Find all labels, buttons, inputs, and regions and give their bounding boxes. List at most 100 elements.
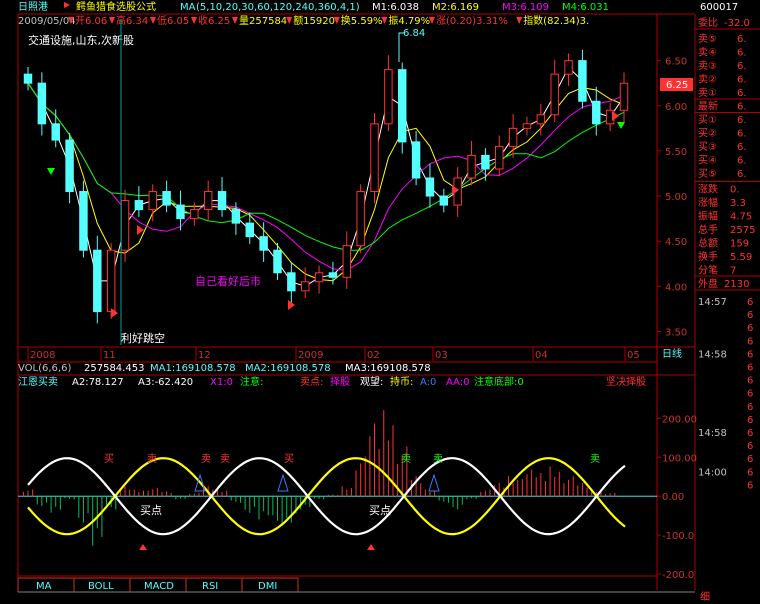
stat-value: 7 (730, 266, 736, 277)
tick-price: 6 (747, 467, 753, 478)
formula-name[interactable]: 鳄鱼猎食选股公式 (76, 0, 156, 13)
indicator-bottom: 注意底部:0 (474, 375, 524, 388)
indicator-zegu: 择股 (330, 375, 350, 388)
candle-body (467, 154, 476, 179)
chart-canvas: 日照港 鳄鱼猎食选股公式 MA (5,10,20,30,60,120,240,3… (0, 0, 760, 604)
tick-price: 6 (747, 480, 753, 491)
vol-value: 257584.453 (84, 363, 144, 374)
ind-tick-label: -200.0 (662, 570, 694, 581)
order-value: 6. (737, 115, 747, 126)
waipan-label: 外盘 (698, 277, 718, 290)
ind-tick-label: -100.0 (662, 531, 694, 542)
ohlc-item-3: 收6.25 (198, 14, 230, 27)
candle-body (481, 154, 490, 170)
order-value: 6. (737, 156, 747, 167)
detail-link[interactable]: 细 (700, 590, 710, 603)
tick-price: 6 (747, 441, 753, 452)
indicator-aa: AA:0 (446, 377, 470, 388)
candle-body (550, 73, 559, 116)
tab-ma[interactable]: MA (17, 577, 75, 593)
candle-body (134, 200, 144, 211)
quote-date: 2009/05/04 (18, 16, 76, 27)
tab-rsi[interactable]: RSI (185, 577, 243, 593)
indicator-firm-pick: 坚决择股 (606, 375, 646, 388)
indicator-guanwang: 观望: (360, 375, 383, 388)
stat-value: 159 (730, 239, 749, 250)
candle-body (51, 123, 60, 141)
ma-value-1: M1:6.038 (372, 2, 419, 13)
order-value: 6. (737, 102, 747, 113)
tab-boll[interactable]: BOLL (73, 577, 131, 593)
sell-signal-label: 卖 (401, 453, 411, 465)
order-label: 买② (698, 128, 717, 140)
ma-value-2: M2:6.169 (432, 2, 479, 13)
candle-body (231, 209, 241, 224)
annotation-good-news-gap: 利好跳空 (121, 331, 165, 345)
date-tick-label: 04 (535, 350, 548, 361)
candle-body (106, 249, 116, 313)
tick-time: 14:58 (698, 349, 727, 360)
candle-body (619, 82, 629, 111)
vol-ma3: MA3:169108.578 (345, 363, 431, 374)
price-tick-label: 6.00 (665, 102, 687, 113)
stock-chart-window: 日照港 鳄鱼猎食选股公式 MA (5,10,20,30,60,120,240,3… (0, 0, 760, 604)
ohlc-item-9: 指数(82.34)3. (523, 14, 589, 27)
ohlc-item-7: 振4.79% (388, 14, 430, 27)
candle-body (578, 60, 587, 102)
stat-value: 4.75 (730, 212, 752, 223)
indicator-name[interactable]: 江恩买卖 (18, 376, 58, 388)
price-tick-label: 5.50 (665, 147, 687, 158)
tick-price: 6 (747, 310, 753, 321)
tick-price: 6 (747, 376, 753, 387)
order-value: 6. (737, 48, 747, 59)
tick-price: 6 (747, 389, 753, 400)
candle-body (287, 272, 296, 292)
stat-value: 0. (730, 185, 740, 196)
stat-label: 换手 (698, 250, 718, 263)
order-label: 最新 (698, 100, 718, 113)
indicator-x1: X1:0 (210, 377, 233, 388)
order-label: 买⑤ (698, 168, 717, 180)
tick-price: 6 (747, 363, 753, 374)
tab-label: RSI (202, 581, 218, 592)
vol-label: VOL(6,6,6) (18, 363, 71, 374)
candle-body (190, 209, 199, 220)
order-value: 6. (737, 88, 747, 99)
weibi-label: 委比 (698, 16, 718, 29)
ma-params: (5,10,20,30,60,120,240,360,4,1) (196, 2, 360, 13)
order-value: 6. (737, 75, 747, 86)
stat-label: 涨跌 (698, 183, 718, 196)
candle-body (370, 123, 379, 193)
ohlc-item-8: 涨(0.20)3.31% (436, 15, 508, 27)
order-label: 买① (698, 114, 717, 126)
order-label: 卖⑤ (698, 33, 717, 45)
svg-text:6.25: 6.25 (666, 80, 688, 91)
indicator-a3: A3:-62.420 (138, 377, 193, 388)
candle-body (398, 69, 407, 143)
tab-macd[interactable]: MACD (129, 577, 187, 593)
ind-tick-label: 0.00 (662, 492, 684, 503)
period-label[interactable]: 日线 (662, 347, 682, 360)
stat-value: 5.59 (730, 252, 752, 263)
tab-label: BOLL (88, 581, 114, 592)
candle-body (536, 114, 546, 125)
candle-body (356, 191, 365, 247)
candle-body (245, 222, 254, 238)
date-tick-label: 2008 (30, 350, 55, 361)
buy-signal-label: 买 (104, 453, 114, 465)
tick-time: 14:58 (698, 428, 727, 439)
sell-signal-label: 卖 (433, 453, 443, 465)
candle-body (217, 191, 227, 211)
stat-value: 2575 (730, 225, 755, 236)
candle-body (342, 245, 352, 278)
date-tick-label: 2009 (298, 350, 323, 361)
date-tick-label: 02 (367, 350, 380, 361)
tick-price: 6 (747, 454, 753, 465)
sell-signal-label: 卖 (590, 453, 600, 465)
candle-body (411, 141, 421, 179)
tab-dmi[interactable]: DMI (241, 577, 299, 593)
ohlc-item-6: 换5.59% (341, 14, 383, 27)
order-value: 6. (737, 129, 747, 140)
candle-body (93, 249, 102, 313)
stock-name[interactable]: 日照港 (18, 1, 48, 13)
